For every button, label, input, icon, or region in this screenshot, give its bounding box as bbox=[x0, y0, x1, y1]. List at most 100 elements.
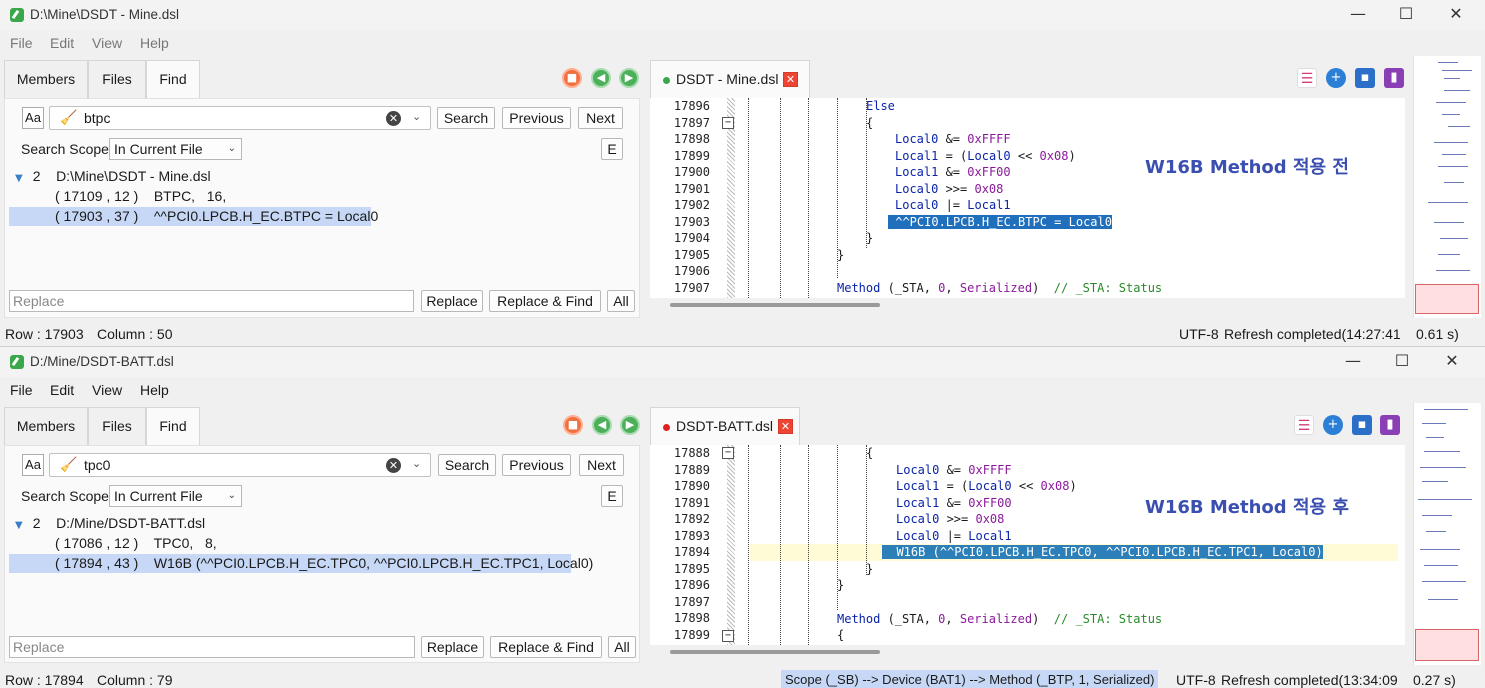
next-button[interactable]: Next bbox=[579, 454, 624, 476]
search-query[interactable]: btpc bbox=[84, 110, 110, 126]
replace-all-button[interactable]: All bbox=[607, 290, 635, 312]
fold-toggle-icon[interactable]: − bbox=[722, 117, 734, 129]
tab-members[interactable]: Members bbox=[4, 407, 88, 445]
stop-icon[interactable]: ■ bbox=[562, 68, 582, 88]
menu-edit[interactable]: Edit bbox=[50, 35, 74, 51]
horizontal-scrollbar[interactable] bbox=[670, 303, 880, 307]
search-scope-select[interactable]: In Current File ⌄ bbox=[109, 485, 242, 507]
minimap-viewport[interactable] bbox=[1415, 629, 1479, 661]
replace-input[interactable]: Replace bbox=[9, 636, 415, 658]
search-button[interactable]: Search bbox=[438, 454, 496, 476]
tab-files[interactable]: Files bbox=[88, 60, 146, 98]
editor-tab[interactable]: DSDT-BATT.dsl ✕ bbox=[650, 407, 800, 445]
minimap[interactable] bbox=[1413, 403, 1481, 665]
match-case-button[interactable]: Aa bbox=[22, 107, 44, 129]
e-button[interactable]: E bbox=[601, 138, 623, 160]
previous-button[interactable]: Previous bbox=[502, 107, 571, 129]
match-case-button[interactable]: Aa bbox=[22, 454, 44, 476]
chevron-down-icon: ⌄ bbox=[227, 143, 236, 154]
result-row-selected[interactable]: ( 17903 , 37 ) ^^PCI0.LPCB.H_EC.BTPC = L… bbox=[9, 207, 378, 226]
maximize-button[interactable]: ☐ bbox=[1383, 3, 1429, 27]
replace-button[interactable]: Replace bbox=[421, 290, 483, 312]
minimap[interactable] bbox=[1413, 56, 1481, 318]
search-input[interactable]: 🧹 tpc0 ✕ ⌄ bbox=[49, 453, 431, 477]
chevron-down-icon[interactable]: ⌄ bbox=[412, 110, 421, 123]
close-tab-icon[interactable]: ✕ bbox=[783, 72, 798, 87]
maximize-button[interactable]: ☐ bbox=[1379, 350, 1425, 374]
search-scope-select[interactable]: In Current File ⌄ bbox=[109, 138, 242, 160]
bookmark-list-icon[interactable]: ☰ bbox=[1297, 68, 1317, 88]
next-button[interactable]: Next bbox=[578, 107, 623, 129]
chevron-down-icon[interactable]: ⌄ bbox=[412, 457, 421, 470]
menu-file[interactable]: File bbox=[10, 382, 33, 398]
broom-icon: 🧹 bbox=[60, 109, 78, 125]
replace-input[interactable]: Replace bbox=[9, 290, 414, 312]
search-input[interactable]: 🧹 btpc ✕ ⌄ bbox=[49, 106, 431, 130]
replace-and-find-button[interactable]: Replace & Find bbox=[490, 636, 602, 658]
previous-button[interactable]: Previous bbox=[502, 454, 571, 476]
close-window-button[interactable]: ✕ bbox=[1429, 350, 1475, 374]
menu-edit[interactable]: Edit bbox=[50, 382, 74, 398]
back-arrow-icon[interactable]: ◀ bbox=[592, 415, 612, 435]
replace-and-find-button[interactable]: Replace & Find bbox=[489, 290, 601, 312]
menu-file[interactable]: File bbox=[10, 35, 33, 51]
minimap-viewport[interactable] bbox=[1415, 284, 1479, 314]
forward-arrow-icon[interactable]: ▶ bbox=[620, 415, 640, 435]
code-line: Local0 &= 0xFFFF bbox=[895, 132, 1011, 146]
close-tab-icon[interactable]: ✕ bbox=[778, 419, 793, 434]
result-position: ( 17903 , 37 ) bbox=[55, 208, 139, 224]
save-icon[interactable]: ▪ bbox=[1355, 68, 1375, 88]
bookmark-icon[interactable]: ▮ bbox=[1380, 415, 1400, 435]
status-scope[interactable]: Scope (_SB) --> Device (BAT1) --> Method… bbox=[781, 670, 1159, 688]
search-scope-label: Search Scope bbox=[21, 141, 109, 157]
close-window-button[interactable]: ✕ bbox=[1433, 3, 1479, 27]
result-file-node[interactable]: ▼ 2 D:/Mine/DSDT-BATT.dsl bbox=[15, 515, 205, 531]
expand-triangle-icon[interactable]: ▼ bbox=[15, 520, 23, 531]
tab-find[interactable]: Find bbox=[146, 407, 200, 445]
tab-members[interactable]: Members bbox=[4, 60, 88, 98]
bookmark-list-icon[interactable]: ☰ bbox=[1294, 415, 1314, 435]
back-arrow-icon[interactable]: ◀ bbox=[591, 68, 611, 88]
minimize-button[interactable]: — bbox=[1330, 350, 1376, 374]
code-area[interactable]: 17888 17889 17890 17891 17892 17893 1789… bbox=[650, 445, 1405, 645]
save-icon[interactable]: ▪ bbox=[1352, 415, 1372, 435]
horizontal-scrollbar[interactable] bbox=[670, 650, 880, 654]
clear-icon[interactable]: ✕ bbox=[386, 458, 401, 473]
editor-tab[interactable]: DSDT - Mine.dsl ✕ bbox=[650, 60, 810, 98]
menu-help[interactable]: Help bbox=[140, 35, 169, 51]
e-button[interactable]: E bbox=[601, 485, 623, 507]
add-icon[interactable]: + bbox=[1323, 415, 1343, 435]
fold-toggle-icon[interactable]: − bbox=[722, 630, 734, 642]
menu-view[interactable]: View bbox=[92, 382, 122, 398]
code-line: Local1 &= 0xFF00 bbox=[896, 495, 1012, 510]
replace-all-button[interactable]: All bbox=[608, 636, 636, 658]
result-count: 2 bbox=[32, 515, 41, 531]
annotation-label: W16B Method 적용 전 bbox=[1145, 157, 1349, 178]
add-icon[interactable]: + bbox=[1326, 68, 1346, 88]
replace-button[interactable]: Replace bbox=[421, 636, 484, 658]
status-column: Column : 79 bbox=[97, 672, 173, 688]
result-file-node[interactable]: ▼ 2 D:\Mine\DSDT - Mine.dsl bbox=[15, 168, 211, 184]
fold-toggle-icon[interactable]: − bbox=[722, 447, 734, 459]
expand-triangle-icon[interactable]: ▼ bbox=[15, 173, 23, 184]
tab-find[interactable]: Find bbox=[146, 60, 200, 98]
stop-icon[interactable]: ■ bbox=[563, 415, 583, 435]
tab-files[interactable]: Files bbox=[88, 407, 146, 445]
minimize-button[interactable]: — bbox=[1335, 3, 1381, 27]
clear-icon[interactable]: ✕ bbox=[386, 111, 401, 126]
fold-margin bbox=[727, 445, 735, 645]
result-position: ( 17894 , 43 ) bbox=[55, 555, 139, 571]
search-button[interactable]: Search bbox=[437, 107, 495, 129]
indent-guide bbox=[808, 445, 809, 645]
status-encoding: UTF-8 bbox=[1176, 672, 1216, 688]
menu-view[interactable]: View bbox=[92, 35, 122, 51]
forward-arrow-icon[interactable]: ▶ bbox=[619, 68, 639, 88]
search-query[interactable]: tpc0 bbox=[84, 457, 110, 473]
result-row[interactable]: ( 17086 , 12 ) TPC0, 8, bbox=[9, 534, 217, 553]
editor-window-2: D:/Mine/DSDT-BATT.dsl — ☐ ✕ File Edit Vi… bbox=[0, 346, 1485, 688]
result-row[interactable]: ( 17109 , 12 ) BTPC, 16, bbox=[9, 187, 226, 206]
result-row-selected[interactable]: ( 17894 , 43 ) W16B (^^PCI0.LPCB.H_EC.TP… bbox=[9, 554, 593, 573]
code-area[interactable]: 17896 17897 17898 17899 17900 17901 1790… bbox=[650, 98, 1405, 298]
menu-help[interactable]: Help bbox=[140, 382, 169, 398]
bookmark-icon[interactable]: ▮ bbox=[1384, 68, 1404, 88]
